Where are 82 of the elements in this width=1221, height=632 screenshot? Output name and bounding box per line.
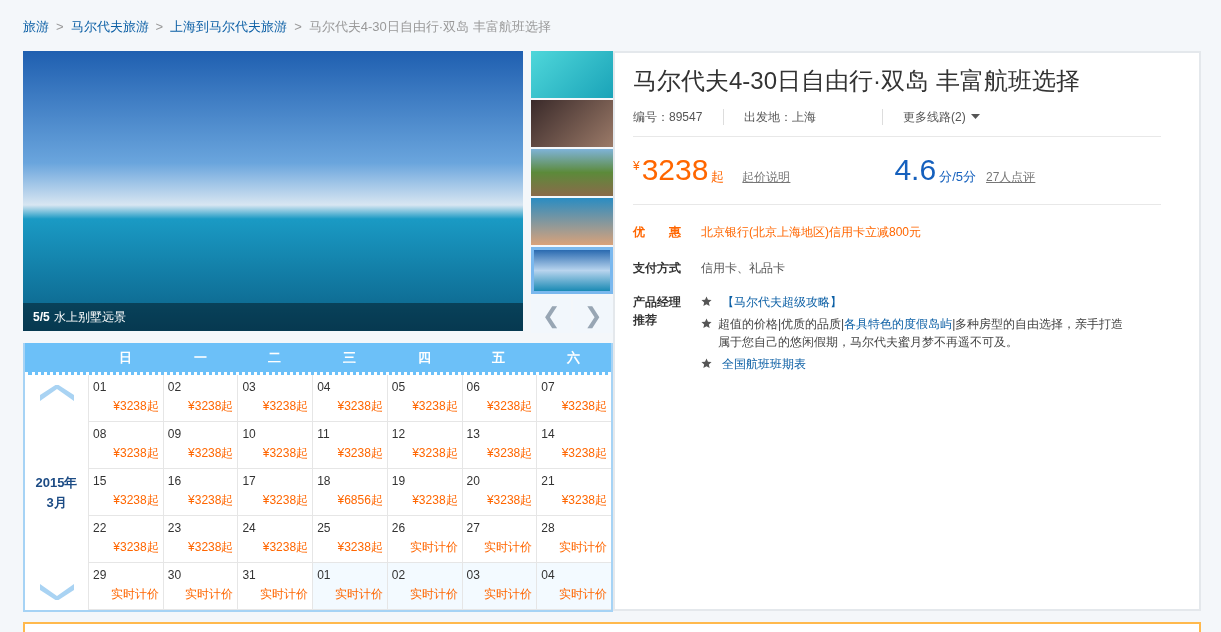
thumbnail[interactable] — [531, 247, 613, 294]
rating-score: 4.6 — [894, 154, 937, 186]
calendar-day[interactable]: 19 ¥3238起 — [386, 469, 462, 516]
thumbnail[interactable] — [531, 51, 613, 98]
calendar-day[interactable]: 29 实时计价 — [88, 563, 163, 610]
star-icon — [701, 318, 712, 329]
breadcrumb-separator: > — [294, 18, 302, 37]
breadcrumb-link[interactable]: 上海到马尔代夫旅游 — [170, 17, 288, 37]
calendar-day[interactable]: 16 ¥3238起 — [162, 469, 238, 516]
down-chevron-icon[interactable] — [37, 582, 76, 600]
price-suffix: 起 — [711, 167, 725, 186]
breadcrumb-link[interactable]: 旅游 — [23, 17, 49, 37]
calendar-day[interactable]: 03 ¥3238起 — [237, 375, 313, 422]
rating-scale: 分/5分 — [939, 167, 976, 186]
calendar-day[interactable]: 27 实时计价 — [461, 516, 537, 563]
calendar-day[interactable]: 26 实时计价 — [386, 516, 462, 563]
calendar-day[interactable]: 06 ¥3238起 — [461, 375, 537, 422]
calendar-day[interactable]: 01 实时计价 — [312, 563, 387, 610]
calendar-day[interactable]: 08 ¥3238起 — [88, 422, 163, 469]
reviews-link[interactable]: 27人点评 — [986, 168, 1036, 186]
calendar-day[interactable]: 04 实时计价 — [536, 563, 611, 610]
breadcrumb-separator: > — [56, 18, 64, 37]
calendar-day[interactable]: 10 ¥3238起 — [237, 422, 313, 469]
photo-caption: 水上别墅远景 — [53, 309, 126, 326]
recommend-label: 产品经理推荐 — [633, 294, 682, 329]
calendar-day[interactable]: 07 ¥3238起 — [536, 375, 611, 422]
recommendation-link[interactable]: 全国航班班期表 — [722, 355, 806, 373]
weekday-label: 四 — [416, 348, 432, 367]
weekday-label: 二 — [267, 348, 283, 367]
thumbnail[interactable] — [531, 198, 613, 245]
calendar-day[interactable]: 02 ¥3238起 — [162, 375, 238, 422]
more-routes-dropdown[interactable]: 更多线路(2) — [903, 107, 980, 126]
calendar-day[interactable]: 28 实时计价 — [536, 516, 611, 563]
calendar-day[interactable]: 20 ¥3238起 — [461, 469, 537, 516]
weekday-label: 六 — [566, 348, 582, 367]
star-icon — [701, 358, 712, 369]
calendar-day[interactable]: 12 ¥3238起 — [386, 422, 462, 469]
calendar-day[interactable]: 31 实时计价 — [237, 563, 313, 610]
discount-label: 优 惠 — [633, 224, 682, 241]
star-icon — [701, 296, 712, 307]
calendar-day[interactable]: 14 ¥3238起 — [536, 422, 611, 469]
calendar-day[interactable]: 15 ¥3238起 — [88, 469, 163, 516]
recommendation-text: 超值的价格|优质的品质|各具特色的度假岛屿|多种房型的自由选择，亲手打造属于您自己的悠闲假期，马尔代夫蜜月梦不再遥不可及。 — [718, 316, 1125, 351]
product-title: 马尔代夫4-30日自由行·双岛 丰富航班选择 — [633, 66, 1081, 96]
price-note-link[interactable]: 起价说明 — [742, 168, 791, 186]
thumbnail[interactable] — [531, 149, 613, 196]
payment-methods: 信用卡、礼品卡 — [701, 260, 785, 277]
calendar-day[interactable]: 11 ¥3238起 — [312, 422, 387, 469]
calendar-day[interactable]: 18 ¥6856起 — [312, 469, 387, 516]
discount-text: 北京银行(北京上海地区)信用卡立减800元 — [701, 224, 921, 241]
currency-symbol: ¥ — [633, 158, 640, 175]
weekday-label: 三 — [342, 348, 357, 367]
breadcrumb-current: 马尔代夫4-30日自由行·双岛 丰富航班选择 — [308, 18, 551, 37]
recommendation-link[interactable]: 【马尔代夫超级攻略】 — [722, 293, 842, 311]
calendar-day[interactable]: 21 ¥3238起 — [536, 469, 611, 516]
photo-counter: 5/5 — [33, 309, 50, 326]
calendar-day[interactable]: 22 ¥3238起 — [88, 516, 163, 563]
up-chevron-icon[interactable] — [37, 385, 76, 403]
month-label: 2015年3月 — [34, 473, 79, 512]
weekday-label: 一 — [192, 348, 208, 367]
calendar-day[interactable]: 17 ¥3238起 — [237, 469, 313, 516]
calendar-day[interactable]: 30 实时计价 — [162, 563, 238, 610]
breadcrumb-separator: > — [155, 18, 164, 37]
price: 3238 — [641, 154, 709, 186]
calendar-day[interactable]: 01 ¥3238起 — [88, 375, 163, 422]
departure: 出发地：上海 — [744, 108, 817, 126]
caret-icon — [970, 114, 980, 119]
calendar-day[interactable]: 04 ¥3238起 — [312, 375, 387, 422]
calendar-day[interactable]: 24 ¥3238起 — [237, 516, 313, 563]
weekday-label: 五 — [491, 348, 507, 367]
payment-label: 支付方式 — [633, 260, 682, 277]
product-code: 编号：89547 — [633, 108, 704, 126]
calendar-day[interactable]: 23 ¥3238起 — [162, 516, 238, 563]
calendar-day[interactable]: 05 ¥3238起 — [386, 375, 462, 422]
calendar-day[interactable]: 02 实时计价 — [386, 563, 462, 610]
calendar-day[interactable]: 25 ¥3238起 — [312, 516, 387, 563]
calendar-day[interactable]: 09 ¥3238起 — [162, 422, 238, 469]
breadcrumb-link[interactable]: 马尔代夫旅游 — [70, 17, 149, 37]
weekday-label: 日 — [117, 348, 133, 367]
calendar-day[interactable]: 03 实时计价 — [461, 563, 537, 610]
thumbnail[interactable] — [531, 100, 613, 147]
calendar-day[interactable]: 13 ¥3238起 — [461, 422, 537, 469]
